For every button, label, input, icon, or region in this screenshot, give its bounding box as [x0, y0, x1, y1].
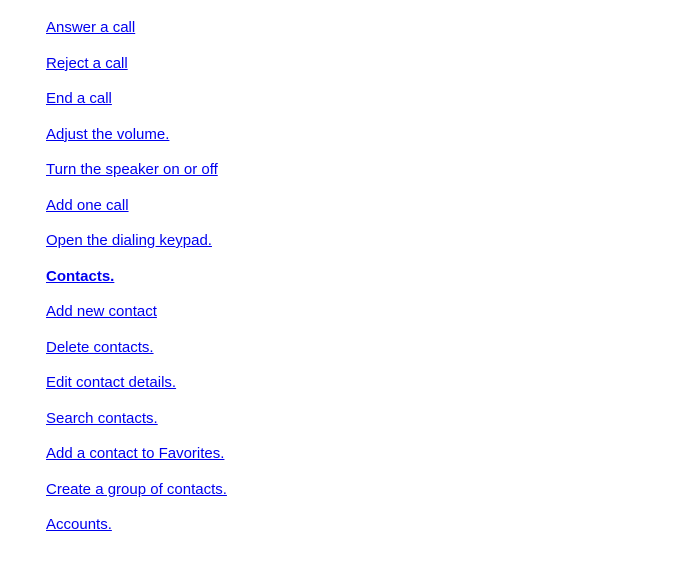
list-item: Answer a call	[46, 18, 680, 38]
link-list: Answer a call Reject a call End a call A…	[0, 0, 680, 535]
list-item: Edit contact details.	[46, 373, 680, 393]
list-item: Reject a call	[46, 54, 680, 74]
link-delete-contacts[interactable]: Delete contacts.	[46, 339, 154, 356]
link-end-a-call[interactable]: End a call	[46, 90, 112, 107]
link-search-contacts[interactable]: Search contacts.	[46, 410, 158, 427]
link-accounts[interactable]: Accounts.	[46, 516, 112, 533]
link-contacts[interactable]: Contacts.	[46, 268, 114, 285]
list-item: Add a contact to Favorites.	[46, 444, 680, 464]
link-add-one-call[interactable]: Add one call	[46, 197, 129, 214]
link-answer-a-call[interactable]: Answer a call	[46, 19, 135, 36]
link-turn-speaker-on-off[interactable]: Turn the speaker on or off	[46, 161, 218, 178]
link-add-new-contact[interactable]: Add new contact	[46, 303, 157, 320]
list-item: Add one call	[46, 196, 680, 216]
link-add-contact-favorites[interactable]: Add a contact to Favorites.	[46, 445, 224, 462]
list-item: Adjust the volume.	[46, 125, 680, 145]
list-item: Search contacts.	[46, 409, 680, 429]
link-create-group-contacts[interactable]: Create a group of contacts.	[46, 481, 227, 498]
list-item: Turn the speaker on or off	[46, 160, 680, 180]
list-item: Create a group of contacts.	[46, 480, 680, 500]
link-open-dialing-keypad[interactable]: Open the dialing keypad.	[46, 232, 212, 249]
link-reject-a-call[interactable]: Reject a call	[46, 55, 128, 72]
list-item: Add new contact	[46, 302, 680, 322]
list-item: Contacts.	[46, 267, 680, 287]
list-item: End a call	[46, 89, 680, 109]
list-item: Open the dialing keypad.	[46, 231, 680, 251]
link-edit-contact-details[interactable]: Edit contact details.	[46, 374, 176, 391]
link-adjust-the-volume[interactable]: Adjust the volume.	[46, 126, 169, 143]
list-item: Delete contacts.	[46, 338, 680, 358]
list-item: Accounts.	[46, 515, 680, 535]
